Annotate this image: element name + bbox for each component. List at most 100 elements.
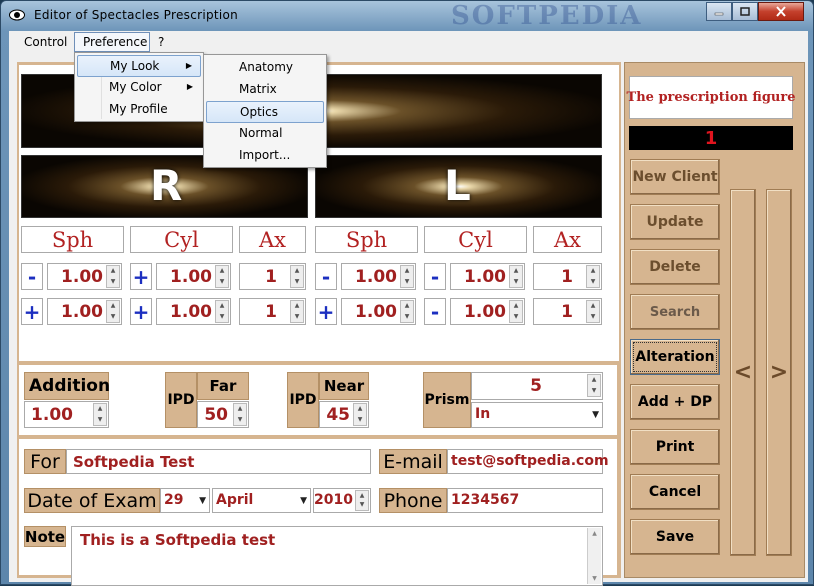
- update-button[interactable]: Update: [630, 204, 720, 240]
- new-client-button[interactable]: New Client: [630, 159, 720, 195]
- spinner-arrows-icon[interactable]: ▲ ▼: [509, 265, 523, 288]
- minimize-button[interactable]: [706, 2, 732, 21]
- menu-preference[interactable]: Preference: [83, 35, 147, 49]
- chevron-down-icon[interactable]: ▼: [199, 496, 206, 506]
- menu-help[interactable]: ?: [158, 35, 164, 49]
- client-name-field[interactable]: Softpedia Test: [66, 449, 371, 474]
- next-record-button[interactable]: >: [766, 189, 792, 556]
- spinner-arrows-icon[interactable]: ▲ ▼: [290, 265, 304, 288]
- right-cyl-sign-2[interactable]: +: [130, 298, 152, 325]
- left-ax-spinner-1[interactable]: 1 ▲ ▼: [533, 263, 602, 290]
- right-ax-value-2: 1: [265, 302, 277, 322]
- left-eye-banner: L: [315, 155, 602, 218]
- right-cyl-spinner-2[interactable]: 1.00 ▲ ▼: [156, 298, 231, 325]
- save-button[interactable]: Save: [630, 519, 720, 555]
- left-sph-value-2: 1.00: [355, 302, 397, 322]
- spinner-arrows-icon[interactable]: ▲ ▼: [106, 300, 120, 323]
- maximize-button[interactable]: [732, 2, 758, 21]
- spinner-arrows-icon[interactable]: ▲ ▼: [93, 403, 107, 426]
- menu-item-optics[interactable]: Optics: [206, 101, 324, 123]
- spinner-arrows-icon[interactable]: ▲ ▼: [400, 300, 414, 323]
- right-cyl-spinner-1[interactable]: 1.00 ▲ ▼: [156, 263, 231, 290]
- menu-item-import[interactable]: Import...: [206, 145, 324, 167]
- exam-month-select[interactable]: April ▼: [212, 488, 311, 513]
- left-cyl-spinner-2[interactable]: 1.00 ▲ ▼: [450, 298, 525, 325]
- title-bar[interactable]: Editor of Spectacles Prescription SOFTPE…: [1, 1, 813, 31]
- menu-item-my-look[interactable]: My Look ▶: [77, 55, 201, 77]
- menu-item-matrix[interactable]: Matrix: [206, 79, 324, 101]
- left-ax-spinner-2[interactable]: 1 ▲ ▼: [533, 298, 602, 325]
- spinner-arrows-icon[interactable]: ▲ ▼: [353, 403, 367, 426]
- right-sph-sign-1[interactable]: -: [21, 263, 43, 290]
- note-text: This is a Softpedia test: [80, 531, 276, 549]
- exam-day-value: 29: [164, 492, 184, 508]
- previous-record-button[interactable]: <: [730, 189, 756, 556]
- menu-item-normal[interactable]: Normal: [206, 123, 324, 145]
- left-sph-spinner-1[interactable]: 1.00 ▲ ▼: [341, 263, 416, 290]
- cancel-button[interactable]: Cancel: [630, 474, 720, 510]
- chevron-down-icon[interactable]: ▼: [300, 496, 307, 506]
- right-sph-header: Sph: [21, 226, 124, 253]
- chevron-down-icon[interactable]: ▼: [592, 410, 599, 420]
- right-cyl-sign-1[interactable]: +: [130, 263, 152, 290]
- spinner-arrows-icon[interactable]: ▲ ▼: [509, 300, 523, 323]
- left-cyl-sign-2[interactable]: -: [424, 298, 446, 325]
- client-area: Control Preference ? R L Sph Cyl Ax Sph …: [9, 31, 808, 586]
- menu-item-my-profile[interactable]: My Profile: [77, 99, 201, 121]
- prism-direction-select[interactable]: In ▼: [471, 402, 603, 428]
- spinner-arrows-icon[interactable]: ▲ ▼: [290, 300, 304, 323]
- spinner-arrows-icon[interactable]: ▲ ▼: [215, 265, 229, 288]
- right-sph-sign-2[interactable]: +: [21, 298, 43, 325]
- left-cyl-value-1: 1.00: [464, 267, 506, 287]
- right-ax-spinner-2[interactable]: 1 ▲ ▼: [239, 298, 306, 325]
- for-label: For: [24, 449, 66, 474]
- spinner-arrows-icon[interactable]: ▲ ▼: [355, 490, 369, 511]
- spinner-arrows-icon[interactable]: ▲ ▼: [233, 403, 247, 426]
- menu-item-anatomy[interactable]: Anatomy: [206, 57, 324, 79]
- prescription-figure-title: The prescription figure: [627, 76, 795, 119]
- email-field[interactable]: test@softpedia.com: [447, 449, 609, 474]
- right-sph-spinner-1[interactable]: 1.00 ▲ ▼: [47, 263, 122, 290]
- left-sph-sign-2[interactable]: +: [315, 298, 337, 325]
- right-ax-spinner-1[interactable]: 1 ▲ ▼: [239, 263, 306, 290]
- menu-item-my-color[interactable]: My Color ▶: [77, 77, 201, 99]
- action-panel: The prescription figure 1 New Client Upd…: [624, 62, 805, 578]
- alteration-button[interactable]: Alteration: [630, 339, 720, 375]
- note-textarea[interactable]: This is a Softpedia test ▲ ▼: [71, 526, 603, 586]
- prism-label: Prism: [423, 372, 471, 428]
- spinner-arrows-icon[interactable]: ▲ ▼: [215, 300, 229, 323]
- prism-value: 5: [530, 376, 542, 396]
- date-of-exam-label: Date of Exam: [24, 488, 160, 513]
- spinner-arrows-icon[interactable]: ▲ ▼: [587, 374, 601, 397]
- left-sph-sign-1[interactable]: -: [315, 263, 337, 290]
- left-sph-spinner-2[interactable]: 1.00 ▲ ▼: [341, 298, 416, 325]
- near-spinner[interactable]: 45 ▲ ▼: [319, 401, 369, 428]
- right-sph-spinner-2[interactable]: 1.00 ▲ ▼: [47, 298, 122, 325]
- left-cyl-sign-1[interactable]: -: [424, 263, 446, 290]
- far-spinner[interactable]: 50 ▲ ▼: [197, 401, 249, 428]
- left-sph-header: Sph: [315, 226, 418, 253]
- spinner-arrows-icon[interactable]: ▲ ▼: [106, 265, 120, 288]
- exam-day-select[interactable]: 29 ▼: [160, 488, 210, 513]
- add-dp-button[interactable]: Add + DP: [630, 384, 720, 420]
- record-counter: 1: [629, 126, 793, 150]
- delete-button[interactable]: Delete: [630, 249, 720, 285]
- close-button[interactable]: [758, 2, 804, 21]
- left-cyl-spinner-1[interactable]: 1.00 ▲ ▼: [450, 263, 525, 290]
- phone-field[interactable]: 1234567: [447, 488, 603, 513]
- right-sph-value-1: 1.00: [61, 267, 103, 287]
- spinner-arrows-icon[interactable]: ▲ ▼: [400, 265, 414, 288]
- exam-year-value: 2010: [314, 492, 353, 508]
- exam-year-spinner[interactable]: 2010 ▲ ▼: [313, 488, 371, 513]
- spinner-arrows-icon[interactable]: ▲ ▼: [586, 300, 600, 323]
- note-scrollbar[interactable]: ▲ ▼: [587, 528, 601, 584]
- left-cyl-header: Cyl: [424, 226, 527, 253]
- search-button[interactable]: Search: [630, 294, 720, 330]
- menu-control[interactable]: Control: [24, 35, 67, 49]
- spinner-arrows-icon[interactable]: ▲ ▼: [586, 265, 600, 288]
- print-button[interactable]: Print: [630, 429, 720, 465]
- addition-spinner[interactable]: 1.00 ▲ ▼: [24, 401, 109, 428]
- far-value: 50: [204, 405, 228, 425]
- prism-spinner[interactable]: 5 ▲ ▼: [471, 372, 603, 400]
- left-ax-value-2: 1: [561, 302, 573, 322]
